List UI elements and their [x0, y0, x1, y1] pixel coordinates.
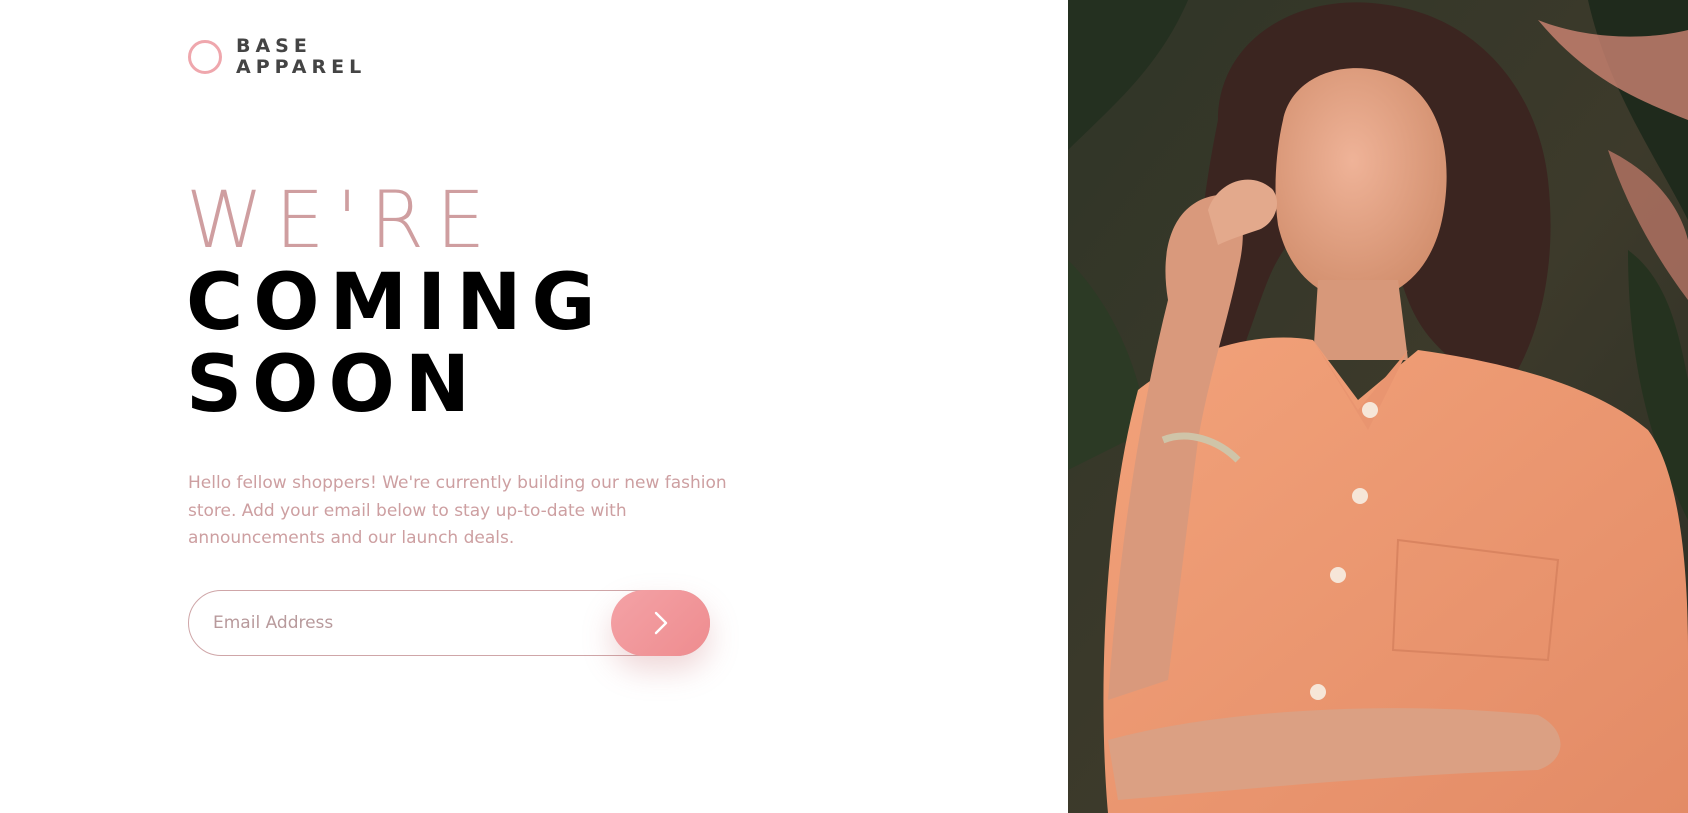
model-photo — [1068, 0, 1688, 813]
coming-soon-page: BASE APPAREL WE'RE COMING SOON Hello fel… — [0, 0, 1688, 813]
hero-image — [1068, 0, 1688, 813]
headline-line-2: COMING — [186, 258, 606, 348]
headline: WE'RE COMING SOON — [186, 180, 606, 426]
intro-text: Hello fellow shoppers! We're currently b… — [188, 473, 727, 548]
submit-button[interactable] — [611, 590, 710, 656]
logo[interactable]: BASE APPAREL — [188, 36, 366, 78]
logo-ring-icon — [188, 40, 222, 74]
logo-line-2: APPAREL — [236, 56, 367, 78]
content-column: BASE APPAREL WE'RE COMING SOON Hello fel… — [0, 0, 1068, 813]
headline-line-3: SOON — [186, 340, 481, 430]
headline-line-1: WE'RE — [186, 176, 498, 266]
chevron-right-icon — [654, 611, 667, 635]
logo-line-1: BASE — [236, 35, 312, 57]
email-signup-form — [188, 590, 710, 656]
logo-wordmark: BASE APPAREL — [236, 36, 366, 78]
